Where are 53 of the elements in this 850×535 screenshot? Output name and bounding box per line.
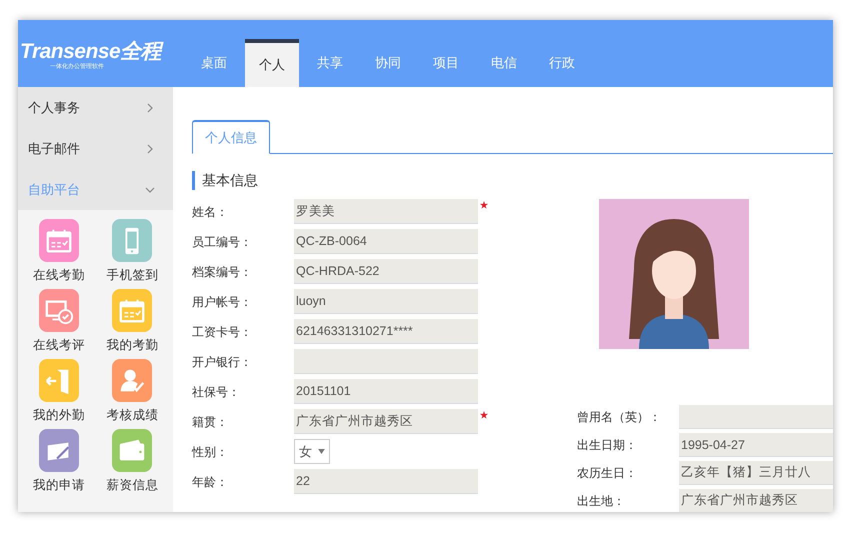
field-label: 档案编号： [192, 264, 253, 280]
text-field[interactable] [679, 405, 833, 429]
chevron-down-icon [145, 184, 155, 194]
text-field[interactable]: 广东省广州市越秀区 [294, 409, 478, 434]
text-field[interactable]: 22 [294, 469, 478, 494]
field-label: 社保号： [192, 384, 241, 400]
app-label[interactable]: 我的考勤 [106, 337, 158, 353]
app-tile[interactable] [38, 429, 79, 472]
text-field[interactable]: QC-HRDA-522 [294, 259, 478, 284]
field-label: 姓名： [192, 204, 229, 220]
field-label: 员工编号： [192, 234, 253, 250]
app-tile[interactable] [38, 359, 79, 402]
chevron-right-icon [145, 144, 155, 154]
field-label: 用户帐号： [192, 294, 253, 310]
field-label: 曾用名（英）： [577, 409, 662, 426]
app-label[interactable]: 我的外勤 [32, 407, 85, 423]
gender-select[interactable]: 女 [294, 439, 330, 464]
app-label[interactable]: 在线考评 [32, 337, 85, 353]
app-tile[interactable] [112, 219, 152, 262]
field-label: 农历生日： [577, 465, 638, 482]
app-tile[interactable] [112, 289, 152, 332]
text-field[interactable]: 罗美美 [294, 199, 478, 224]
section-title: 基本信息 [202, 171, 258, 190]
field-label: 出生地： [577, 493, 626, 510]
text-field[interactable]: QC-ZB-0064 [294, 229, 478, 254]
text-field[interactable]: luoyn [294, 289, 478, 314]
logo: Transense全程 [20, 40, 164, 62]
field-label: 工资卡号： [192, 324, 253, 340]
app-tile[interactable] [112, 429, 152, 472]
text-field[interactable]: 62146331310271**** [294, 319, 478, 344]
app-label[interactable]: 手机签到 [106, 267, 158, 283]
app-tile[interactable] [38, 219, 79, 262]
app-label[interactable]: 考核成绩 [106, 407, 158, 423]
dropdown-arrow-icon [318, 449, 325, 454]
field-label: 籍贯： [192, 414, 229, 430]
text-field[interactable]: 广东省广州市越秀区 [679, 489, 833, 512]
chevron-right-icon [145, 102, 155, 112]
sidebar-menu-item[interactable]: 个人事务 [18, 87, 173, 128]
app-label[interactable]: 薪资信息 [106, 477, 158, 493]
text-field[interactable] [294, 349, 478, 374]
field-label: 开户银行： [192, 354, 253, 370]
nav-tab[interactable]: 个人 [245, 39, 299, 87]
text-field[interactable]: 乙亥年【猪】三月廿八 [679, 461, 833, 485]
text-field[interactable]: 20151101 [294, 379, 478, 404]
field-label: 性别： [192, 444, 229, 460]
sidebar-menu-item[interactable]: 电子邮件 [18, 128, 173, 169]
app-tile[interactable] [112, 359, 152, 402]
field-label: 出生日期： [577, 437, 638, 454]
app-tile[interactable] [38, 289, 79, 332]
app-label[interactable]: 在线考勤 [32, 267, 85, 283]
field-label: 年龄： [192, 474, 229, 490]
app-label[interactable]: 我的申请 [32, 477, 85, 493]
text-field[interactable]: 1995-04-27 [679, 433, 833, 457]
